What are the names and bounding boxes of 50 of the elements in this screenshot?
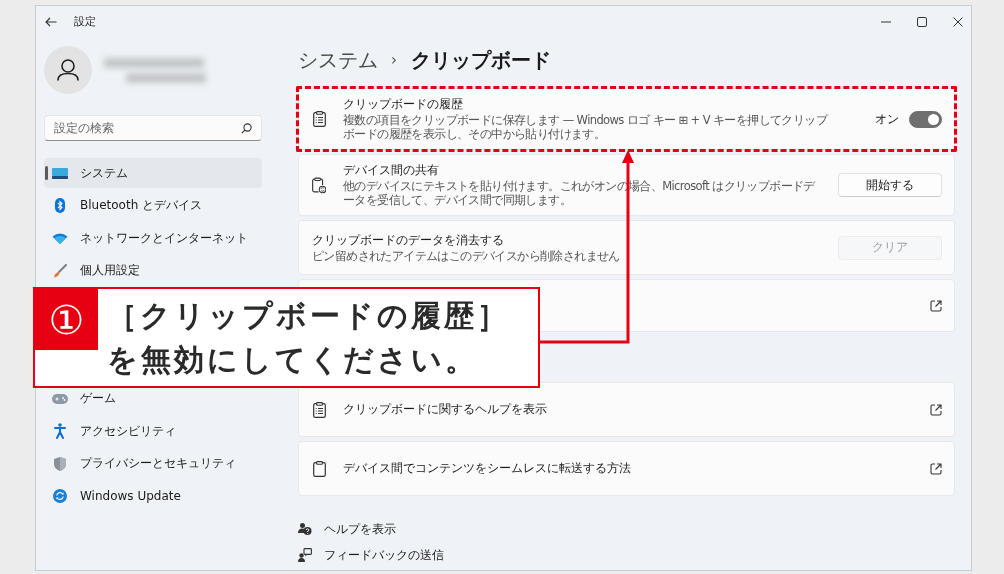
avatar-icon [44,46,92,94]
sidebar-item[interactable]: Windows Update [44,481,262,512]
card-title: デバイス間の共有 [343,162,440,180]
selection-indicator [45,166,48,180]
bluetooth-icon [55,198,65,214]
game-controller-icon [52,393,68,404]
close-icon[interactable] [953,16,963,27]
breadcrumb-separator: › [391,51,397,69]
card-description: 複数の項目をクリップボードに保存します — Windows ロゴ キー ⊞ + V キーを押してクリップボードの履歴を表示し、その中から貼り付けます。 [343,114,829,142]
toggle-switch[interactable] [909,110,942,128]
search-field[interactable]: 設定の検索 [44,115,262,141]
card-description: ピン留めされたアイテムはこのデバイスから削除されません [312,249,620,264]
page-title: クリップボード [411,46,551,74]
sidebar-item[interactable]: システム [44,158,262,188]
window-title: 設定 [74,14,96,29]
clipboard-icon [312,460,326,477]
clipboard-list-icon [312,401,326,418]
clipboard-sync-icon [312,176,326,194]
clipboard-list-icon [312,111,326,127]
feedback-icon [298,548,312,562]
sidebar-item[interactable]: アクセシビリティ [44,416,262,447]
back-arrow-icon[interactable] [45,16,57,27]
external-link-icon[interactable] [930,403,942,416]
toggle-state-label: オン [875,110,899,128]
search-icon[interactable] [241,123,252,134]
maximize-icon[interactable] [917,16,927,27]
sidebar-item[interactable]: プライバシーとセキュリティ [44,448,262,479]
sidebar-item[interactable]: ゲーム [44,383,262,414]
external-link-icon[interactable] [930,299,942,312]
footer-link[interactable]: ヘルプを表示 [298,518,396,540]
help-icon [298,522,312,536]
sidebar-item[interactable]: 個人用設定 [44,255,262,286]
step-number-badge: ① [35,289,98,350]
link-card[interactable]: デバイス間でコンテンツをシームレスに転送する方法 [298,441,955,496]
card-title: クリップボードのデータを消去する [312,231,505,249]
footer-link[interactable]: フィードバックの送信 [298,544,444,566]
sidebar-item[interactable]: ネットワークとインターネット [44,223,262,254]
card-title: クリップボードの履歴 [343,96,464,114]
sidebar-item[interactable]: Bluetooth とデバイス [44,190,262,221]
monitor-icon [52,167,68,179]
breadcrumb-parent[interactable]: システム [298,46,378,74]
paintbrush-icon [53,263,67,278]
external-link-icon[interactable] [930,462,942,475]
callout-text: ［クリップボードの履歴］ を無効にしてください。 [106,297,510,379]
card-action-button[interactable]: 開始する [838,173,942,197]
wifi-icon [52,232,68,244]
sync-arrows-icon [53,489,67,504]
accessibility-icon [54,423,66,440]
link-card[interactable]: クリップボードに関するヘルプを表示 [298,382,955,437]
shield-icon [54,456,66,471]
